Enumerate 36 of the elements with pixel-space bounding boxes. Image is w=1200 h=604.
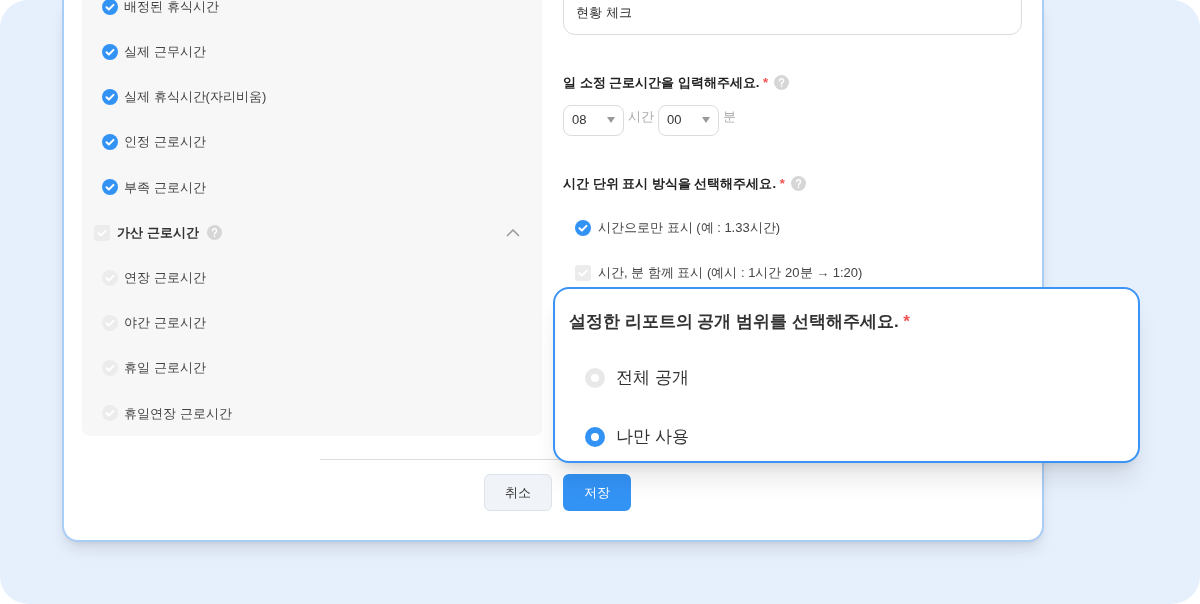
checkbox-icon[interactable] [575, 219, 591, 236]
select-field[interactable]: 08 [563, 104, 624, 136]
caret-icon [607, 117, 615, 123]
report-name-field[interactable]: 현황 체크 [563, 0, 1022, 35]
item-label: 휴일 근로시간 [124, 359, 206, 378]
group-label: 가산 근로시간 [117, 223, 199, 242]
chevron-icon[interactable] [506, 228, 520, 237]
checkbox-icon[interactable] [102, 43, 118, 60]
unit-label: 시간 [628, 108, 654, 127]
item-label: 휴일연장 근로시간 [124, 404, 232, 423]
option-label: 시간으로만 표시 (예 : 1.33시간) [598, 218, 781, 237]
option-label: 시간, 분 함께 표시 (예시 : 1시간 20분 → 1:20) [598, 263, 863, 282]
radio-button[interactable] [585, 427, 605, 447]
radio-label: 나만 사용 [616, 426, 689, 449]
checkbox-icon[interactable] [102, 179, 118, 196]
item-label: 야간 근로시간 [124, 314, 206, 333]
checkbox-icon[interactable] [102, 0, 118, 15]
item-label: 배정된 휴식시간 [124, 0, 219, 16]
item-label: 실제 근무시간 [124, 43, 206, 62]
item-label: 인정 근로시간 [124, 133, 206, 152]
caret-icon [702, 117, 710, 123]
item-label: 연장 근로시간 [124, 269, 206, 288]
help-icon[interactable] [206, 225, 222, 241]
unit-label: 분 [723, 108, 736, 127]
cancel-button[interactable]: 취소 [483, 474, 552, 511]
checkbox-icon[interactable] [102, 134, 118, 151]
help-icon[interactable] [790, 175, 806, 191]
field-label: 일 소정 근로시간을 입력해주세요. * [563, 74, 769, 92]
field-label: 시간 단위 표시 방식을 선택해주세요. * [563, 174, 785, 193]
checkbox-icon[interactable] [102, 89, 118, 105]
popup-title: 설정한 리포트의 공개 범위를 선택해주세요. * [569, 312, 910, 331]
help-icon[interactable] [774, 75, 790, 91]
select-field[interactable]: 00 [658, 104, 719, 136]
item-label: 실제 휴식시간(자리비움) [124, 88, 267, 107]
radio-label: 전체 공개 [616, 367, 689, 390]
item-label: 부족 근로시간 [124, 178, 206, 197]
